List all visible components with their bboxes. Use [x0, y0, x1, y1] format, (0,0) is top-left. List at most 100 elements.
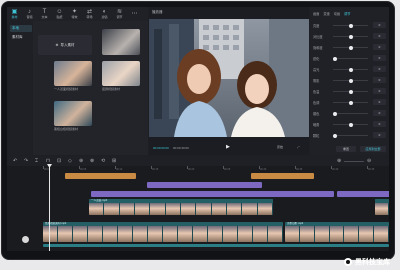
adjust-label: 锐化 [313, 57, 320, 61]
timeline-tool-icon[interactable]: ↷ [24, 158, 28, 164]
audio-track[interactable] [43, 244, 389, 247]
adjust-label: 亮度 [313, 24, 320, 28]
timeline-tool-icon[interactable]: ⟲ [101, 158, 105, 164]
clip-frames [285, 226, 389, 242]
toolbar-tab-2[interactable]: T 文本 [37, 7, 52, 21]
play-icon[interactable]: ▶ [226, 144, 230, 150]
adjust-row: 暗角 0 [313, 120, 387, 128]
toolbar-tab-0[interactable]: ▣ 素材 [7, 7, 22, 21]
media-thumb-4[interactable] [54, 101, 92, 126]
zoom-slider[interactable] [344, 161, 364, 162]
adjust-tab-1[interactable]: 变速 [323, 11, 329, 16]
media-thumb-3[interactable] [102, 61, 140, 86]
adjust-slider-knob[interactable] [348, 34, 353, 39]
timeline-tool-icon[interactable]: ◇ [68, 158, 72, 164]
adjust-slider-knob[interactable] [332, 56, 337, 61]
timeline-clip[interactable] [375, 199, 389, 215]
adjust-label: 褪色 [313, 112, 320, 116]
side-item-local[interactable]: 本地 [10, 25, 32, 32]
adjust-row: 饱和度 0 [313, 43, 387, 51]
timeline-tool-icon[interactable]: ⊕ [79, 158, 83, 164]
timeline-tool-icon[interactable]: ⊞ [112, 158, 116, 164]
media-thumb-2[interactable] [54, 61, 92, 86]
adjust-value-field[interactable]: 0 [373, 121, 386, 127]
adjust-slider-knob[interactable] [348, 100, 353, 105]
clip-frames [375, 203, 389, 215]
adjust-value-field[interactable]: 0 [373, 132, 386, 138]
adjust-slider-knob[interactable] [332, 111, 337, 116]
zoom-in-icon[interactable]: ⊕ [337, 158, 341, 164]
toolbar-tab-5[interactable]: ⇄ 转场 [82, 7, 97, 21]
playhead[interactable] [49, 164, 50, 251]
toolbar-tab-8[interactable]: ⋯ [127, 7, 142, 21]
toolbar-tab-label: 转场 [86, 15, 93, 19]
adjust-slider-knob[interactable] [332, 133, 337, 138]
adjust-slider-knob[interactable] [348, 23, 353, 28]
adjust-slider-track[interactable] [333, 135, 368, 136]
adjust-value-field[interactable]: 0 [373, 88, 386, 94]
adjust-value-field[interactable]: 0 [373, 55, 386, 61]
adjust-slider-track[interactable] [333, 113, 368, 114]
reset-button[interactable]: 重置 [336, 146, 356, 152]
fullscreen-icon[interactable]: ⤢ [297, 145, 299, 149]
adjust-value-field[interactable]: 0 [373, 110, 386, 116]
ruler-label: 00:35 [296, 168, 303, 171]
media-thumb-4-caption: 黑框白框视频素材 [54, 127, 79, 131]
adjust-value-field[interactable]: 0 [373, 99, 386, 105]
adjust-label: 颗粒 [313, 134, 320, 138]
adjust-tab-3[interactable]: 调节 [344, 11, 350, 16]
import-media-button[interactable]: ⊕ 导入素材 [38, 35, 92, 55]
adjust-slider-knob[interactable] [348, 122, 353, 127]
adjust-tab-0[interactable]: 画面 [313, 11, 319, 16]
toolbar-tab-7[interactable]: ≋ 调节 [112, 7, 127, 21]
apply-all-button[interactable]: 应用到全部 [360, 146, 386, 152]
toolbar-tab-6[interactable]: ◐ 滤镜 [97, 7, 112, 21]
timeline-ruler[interactable]: 00:00 00:05 00:10 00:15 00:20 00:25 00:30 00:35… [43, 166, 389, 172]
adjust-value-field[interactable]: 0 [373, 77, 386, 83]
toolbar-tab-label: 文本 [41, 15, 48, 19]
import-label: 导入素材 [60, 42, 75, 47]
timeline-segment[interactable] [337, 191, 389, 197]
timeline-clip[interactable]: 一人双面.mp4 [89, 199, 273, 215]
timeline-tool-icon[interactable]: ⊡ [57, 158, 61, 164]
timeline-main-clip[interactable]: 黑框白框.mp4 [285, 222, 389, 242]
adjust-slider-knob[interactable] [348, 89, 353, 94]
media-thumb-1[interactable] [102, 29, 140, 55]
video-preview[interactable] [149, 19, 309, 137]
zoom-out-icon[interactable]: ⊖ [367, 158, 371, 164]
adjust-label: 色调 [313, 101, 320, 105]
video-frame-image [149, 19, 309, 137]
adjust-label: 暗角 [313, 123, 320, 127]
adjust-row: 亮度 0 [313, 21, 387, 29]
watermark-text: 黑科技宝库 [355, 259, 390, 266]
adjust-value-field[interactable]: 0 [373, 33, 386, 39]
editor-screen: ▣ 素材 ♪ 音频 T 文本 ☺ 贴纸 ✦ 特效 ⇄ 转场 ◐ 滤镜 ≋ 调节 ⋯ 本地 素材库 ⊕ 导入素材 … [7, 7, 389, 251]
timeline-segment[interactable] [65, 173, 136, 179]
adjust-slider-knob[interactable] [348, 45, 353, 50]
adjust-slider-knob[interactable] [348, 78, 353, 83]
adjust-tab-2[interactable]: 动画 [334, 11, 340, 16]
adjust-value-field[interactable]: 0 [373, 66, 386, 72]
side-item-library[interactable]: 素材库 [10, 34, 32, 41]
timeline-segment[interactable] [147, 182, 262, 188]
adjust-row: 高光 0 [313, 65, 387, 73]
current-timecode: 00:00:00:00 [153, 146, 169, 150]
adjust-label: 对比度 [313, 35, 323, 39]
adjust-slider-knob[interactable] [348, 67, 353, 72]
adjust-slider-track[interactable] [333, 58, 368, 59]
total-timecode: 00:00:30:00 [173, 146, 189, 150]
toolbar-tab-1[interactable]: ♪ 音频 [22, 7, 37, 21]
timeline-main-clip[interactable]: 竖屏视频素材.mp4 [43, 222, 283, 242]
timeline-segment[interactable] [251, 173, 314, 179]
timeline-tool-icon[interactable]: ⊗ [90, 158, 94, 164]
ratio-selector[interactable]: 原始 [277, 145, 283, 149]
timeline-tool-icon[interactable]: ⌶ [35, 158, 38, 164]
adjust-value-field[interactable]: 0 [373, 44, 386, 50]
toolbar-tab-3[interactable]: ☺ 贴纸 [52, 7, 67, 21]
ruler-label: 00:40 [332, 168, 339, 171]
toolbar-tab-4[interactable]: ✦ 特效 [67, 7, 82, 21]
timeline-segment[interactable] [91, 191, 334, 197]
track-cover-icon[interactable] [22, 236, 29, 243]
timeline-tool-icon[interactable]: ↶ [13, 158, 17, 164]
adjust-value-field[interactable]: 0 [373, 22, 386, 28]
